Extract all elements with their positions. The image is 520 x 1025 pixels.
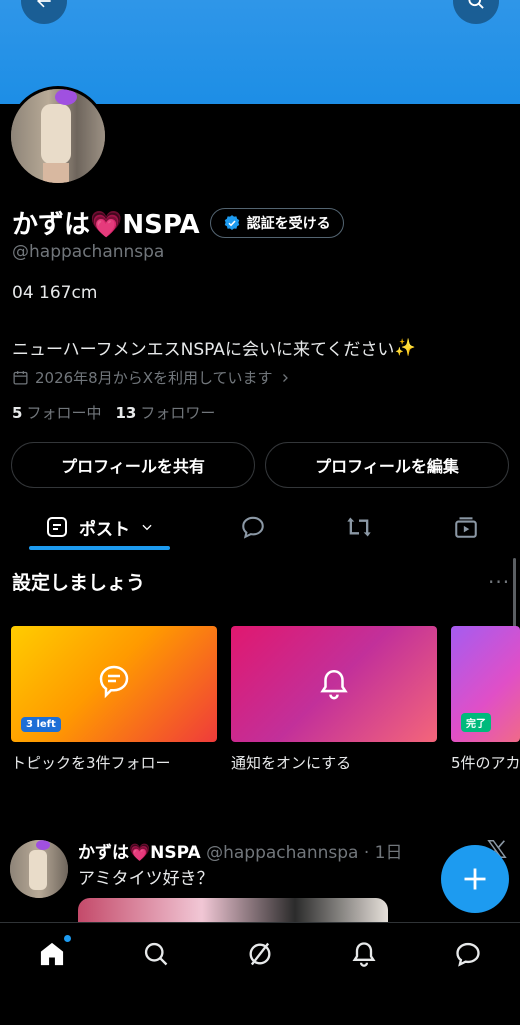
post-text: アミタイツ好き？: [78, 869, 214, 889]
tab-posts-label: ポスト: [79, 519, 130, 540]
nav-grok[interactable]: [243, 937, 277, 971]
media-icon: [455, 517, 477, 538]
arrow-left-icon: [37, 0, 51, 8]
nav-home[interactable]: [35, 935, 71, 971]
heart-emoji-icon: 💗: [90, 210, 123, 240]
setup-title: 設定しましょう: [12, 572, 146, 594]
nav-notifications[interactable]: [347, 937, 381, 971]
post-author-name: かずは: [78, 843, 129, 863]
setup-card-notifications-label: 通知をオンにする: [231, 754, 352, 772]
bio-line: 04 167cm: [12, 283, 98, 303]
nav-search[interactable]: [139, 937, 173, 971]
profile-handle: @happachannspa: [12, 242, 165, 262]
tab-media[interactable]: [449, 504, 483, 550]
setup-card-topics[interactable]: 3 left: [11, 626, 217, 742]
verified-badge-icon: [224, 214, 239, 230]
setup-card-follow-label: 5件のアカ: [451, 754, 520, 772]
bottom-navigation: [0, 922, 520, 1025]
messages-icon: [456, 942, 480, 967]
post-header: かずは💗NSPA @happachannspa · 1日: [78, 838, 402, 863]
bio-line-2: ニューハーフメンエスNSPAに会いに来てください ✨: [12, 337, 416, 361]
post-avatar[interactable]: [10, 840, 68, 898]
repost-icon: [347, 517, 371, 537]
heart-emoji-icon: 💗: [129, 843, 151, 863]
get-verified-button[interactable]: 認証を受ける: [209, 207, 344, 238]
calendar-icon: [13, 371, 28, 385]
share-profile-button[interactable]: プロフィールを共有: [11, 442, 255, 488]
setup-card-notifications[interactable]: [231, 626, 437, 742]
post-handle-time: @happachannspa · 1日: [206, 843, 403, 863]
post-author-suffix: NSPA: [150, 843, 201, 863]
home-icon: [40, 942, 64, 966]
chat-topic-icon: [99, 665, 129, 699]
more-options-icon[interactable]: ···: [488, 570, 510, 594]
following-link[interactable]: 5 フォロー中: [12, 402, 101, 423]
chevron-right-icon: [282, 373, 288, 382]
grok-icon: [249, 942, 271, 966]
bell-icon: [320, 669, 348, 700]
avatar-photo: [11, 89, 105, 183]
tab-reposts[interactable]: [342, 504, 376, 550]
get-verified-label: 認証を受ける: [246, 215, 331, 232]
setup-card-follow-accounts[interactable]: 完了: [451, 626, 520, 742]
search-icon: [144, 942, 168, 966]
compose-button[interactable]: [441, 845, 509, 913]
done-badge: 完了: [461, 713, 491, 732]
sparkles-icon: ✨: [394, 337, 416, 358]
search-icon: [468, 0, 484, 9]
followers-link[interactable]: 13 フォロワー: [115, 402, 215, 423]
active-tab-indicator: [29, 546, 170, 550]
setup-card-topics-label: トピックを3件フォロー: [11, 754, 171, 772]
tab-posts[interactable]: ポスト: [29, 504, 170, 550]
reply-icon: [242, 516, 264, 539]
bell-icon: [352, 942, 376, 967]
profile-avatar[interactable]: [8, 86, 108, 186]
notification-dot: [64, 935, 71, 942]
nav-messages[interactable]: [451, 937, 485, 971]
posts-icon: [47, 517, 67, 537]
tab-replies[interactable]: [236, 504, 270, 550]
joined-date[interactable]: 2026年8月からXを利用しています: [12, 367, 291, 388]
plus-icon: [464, 868, 486, 890]
cards-left-badge: 3 left: [21, 717, 61, 732]
edit-profile-button[interactable]: プロフィールを編集: [265, 442, 509, 488]
chevron-down-icon: [142, 524, 152, 531]
profile-name: かずは💗NSPA: [12, 210, 200, 240]
